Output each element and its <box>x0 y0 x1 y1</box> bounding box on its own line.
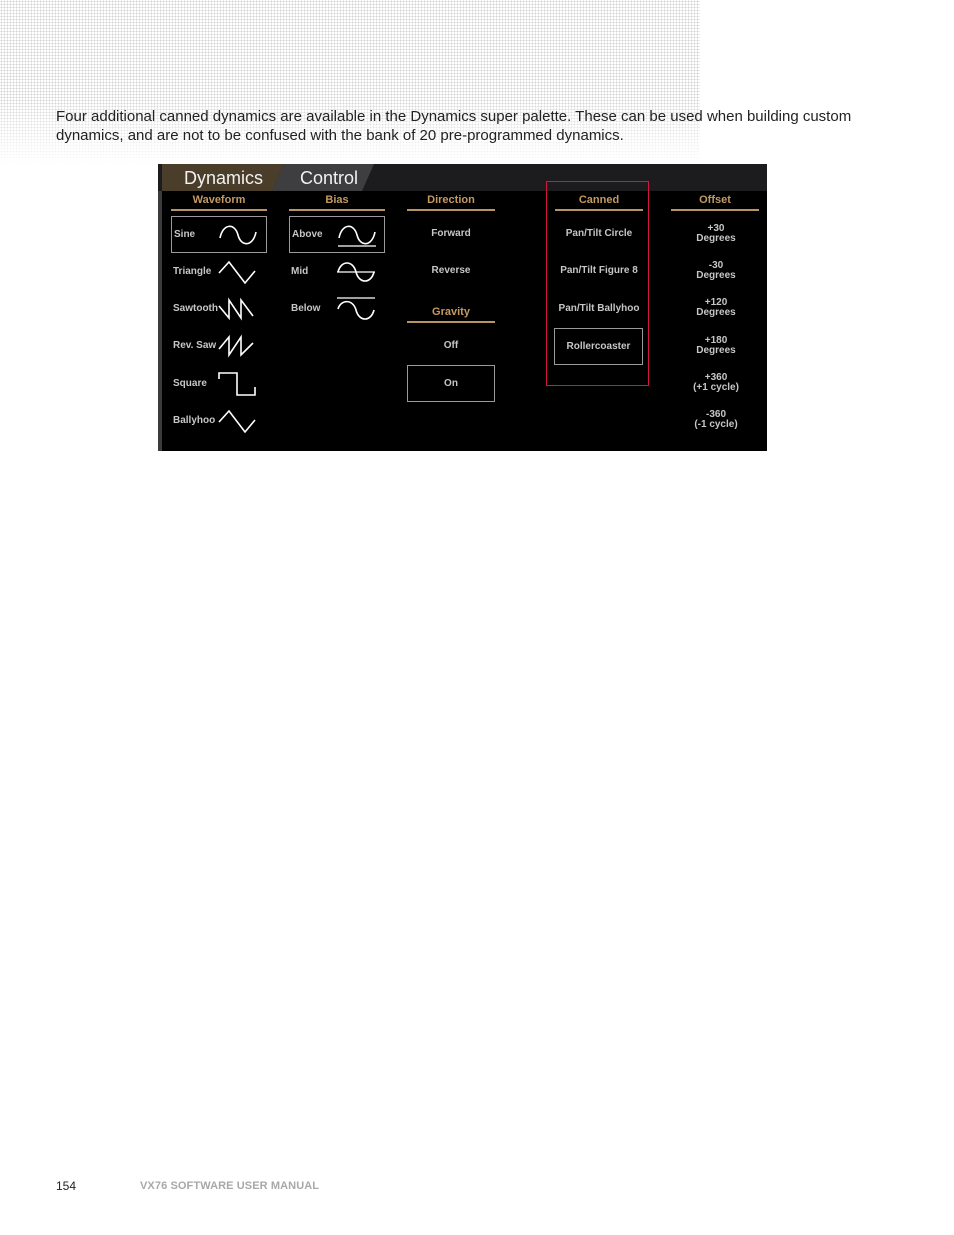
offset-header: Offset <box>671 193 759 211</box>
offset-unit: (+1 cycle) <box>693 382 739 393</box>
waveform-square-button[interactable]: Square <box>171 366 267 403</box>
bias-above-icon <box>336 221 378 249</box>
waveform-rev-saw-button[interactable]: Rev. Saw <box>171 328 267 365</box>
offset-plus-120-button[interactable]: +120 Degrees <box>671 298 761 318</box>
bias-below-button[interactable]: Below <box>289 291 385 328</box>
tab-bar: Dynamics Control <box>158 164 767 191</box>
waveform-label: Ballyhoo <box>173 415 216 426</box>
bias-below-icon <box>335 295 377 323</box>
ballyhoo-wave-icon <box>217 408 257 436</box>
gravity-on-button[interactable]: On <box>407 365 495 402</box>
bias-label: Above <box>292 229 323 240</box>
offset-unit: Degrees <box>696 233 736 244</box>
sine-wave-icon <box>218 221 258 249</box>
reverse-sawtooth-wave-icon <box>217 333 257 361</box>
bias-mid-button[interactable]: Mid <box>289 254 385 291</box>
offset-plus-30-button[interactable]: +30 Degrees <box>671 224 761 244</box>
tab-control[interactable]: Control <box>272 164 374 191</box>
waveform-label: Sine <box>174 229 196 240</box>
canned-pan-tilt-ballyhoo-button[interactable]: Pan/Tilt Ballyhoo <box>550 303 648 315</box>
intro-paragraph: Four additional canned dynamics are avai… <box>56 108 852 144</box>
offset-unit: Degrees <box>696 345 736 356</box>
triangle-wave-icon <box>217 259 257 287</box>
offset-minus-30-button[interactable]: -30 Degrees <box>671 261 761 281</box>
tab-dynamics[interactable]: Dynamics <box>162 164 284 191</box>
waveform-label: Square <box>173 378 207 389</box>
canned-pan-tilt-figure-8-button[interactable]: Pan/Tilt Figure 8 <box>550 265 648 277</box>
square-wave-icon <box>217 371 257 399</box>
gravity-header: Gravity <box>407 305 495 323</box>
direction-header: Direction <box>407 193 495 211</box>
waveform-triangle-button[interactable]: Triangle <box>171 254 267 291</box>
bias-mid-icon <box>335 258 377 286</box>
direction-reverse-button[interactable]: Reverse <box>407 265 495 277</box>
waveform-sawtooth-button[interactable]: Sawtooth <box>171 291 267 328</box>
direction-forward-button[interactable]: Forward <box>407 228 495 240</box>
waveform-label: Triangle <box>173 266 212 277</box>
waveform-header: Waveform <box>171 193 267 211</box>
sawtooth-wave-icon <box>217 296 257 324</box>
offset-minus-360-button[interactable]: -360 (-1 cycle) <box>671 410 761 430</box>
waveform-label: Sawtooth <box>173 303 218 314</box>
canned-header: Canned <box>555 193 643 211</box>
waveform-ballyhoo-button[interactable]: Ballyhoo <box>171 403 267 440</box>
bias-label: Mid <box>291 266 309 277</box>
gravity-off-button[interactable]: Off <box>407 340 495 352</box>
palette-edge <box>158 164 162 451</box>
offset-unit: (-1 cycle) <box>694 419 738 430</box>
bias-above-button[interactable]: Above <box>289 216 385 253</box>
offset-unit: Degrees <box>696 270 736 281</box>
offset-plus-180-button[interactable]: +180 Degrees <box>671 336 761 356</box>
offset-plus-360-button[interactable]: +360 (+1 cycle) <box>671 373 761 393</box>
manual-title: VX76 SOFTWARE USER MANUAL <box>140 1180 320 1192</box>
canned-rollercoaster-button[interactable]: Rollercoaster <box>554 328 643 365</box>
waveform-sine-button[interactable]: Sine <box>171 216 267 253</box>
offset-unit: Degrees <box>696 307 736 318</box>
page-number: 154 <box>56 1179 77 1193</box>
bias-label: Below <box>291 303 321 314</box>
waveform-label: Rev. Saw <box>173 340 217 351</box>
bias-header: Bias <box>289 193 385 211</box>
dynamics-palette: Dynamics Control Waveform Sine Triangle … <box>158 164 767 451</box>
canned-pan-tilt-circle-button[interactable]: Pan/Tilt Circle <box>550 228 648 240</box>
